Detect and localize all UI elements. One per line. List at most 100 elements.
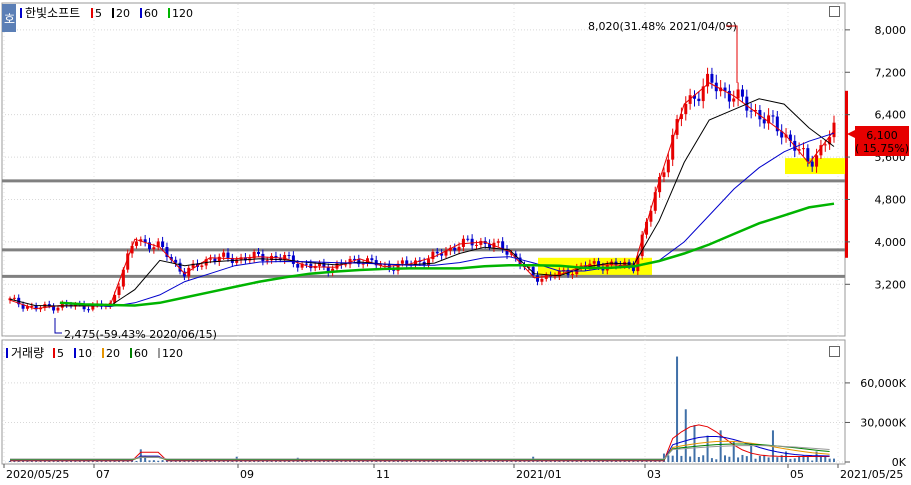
volume-bar <box>724 455 727 462</box>
candle-body <box>257 251 261 254</box>
candle-body <box>400 260 404 264</box>
candle-body <box>810 161 814 167</box>
volume-bar <box>667 455 670 462</box>
time-axis-label: 07 <box>96 468 110 481</box>
candle-body <box>30 305 34 307</box>
candle-body <box>86 309 90 311</box>
candle-body <box>684 103 688 115</box>
candle-body <box>823 144 827 146</box>
time-axis-label: 2021/01 <box>516 468 562 481</box>
candle-last <box>845 90 848 258</box>
volume-bar <box>161 460 164 462</box>
volume-bar <box>798 456 801 462</box>
candle-body <box>662 172 666 177</box>
candle-body <box>435 251 439 254</box>
volume-bar <box>715 459 718 462</box>
candle-body <box>291 255 295 264</box>
price-panel-restore-button[interactable] <box>829 6 840 17</box>
price-ma-swatch <box>112 8 114 18</box>
volume-bar <box>710 458 713 462</box>
volume-bar <box>758 456 761 462</box>
candle-body <box>762 119 766 124</box>
volume-legend-marker <box>6 348 8 358</box>
volume-bar <box>684 409 687 462</box>
highlight-box-may <box>785 158 845 175</box>
candle-body <box>697 98 701 102</box>
candle-body <box>832 122 836 138</box>
candle-body <box>304 263 308 265</box>
chart-window: 3,200 4,000 4,800 5,600 6,400 7,200 8,000 0K 30,… <box>0 0 911 481</box>
last-change: ( 15.75%) <box>855 142 909 155</box>
volume-bar <box>789 458 792 462</box>
candle-body <box>287 255 291 257</box>
volume-bar <box>745 456 748 462</box>
volume-bar <box>806 456 809 462</box>
candle-body <box>732 98 736 102</box>
candle-body <box>479 240 483 245</box>
last-price: 6,100 <box>866 129 898 142</box>
volume-bar <box>706 435 709 462</box>
candle-body <box>710 73 714 83</box>
volume-bar <box>793 458 796 462</box>
candle-body <box>344 264 348 266</box>
candle-body <box>771 115 775 117</box>
volume-ma-swatch <box>53 348 55 358</box>
high-annotation: 8,020(31.48% 2021/04/09) <box>588 20 737 33</box>
volume-bar <box>728 456 731 462</box>
candle-body <box>806 148 810 162</box>
price-title: 한빛소프트 <box>25 6 80 20</box>
candle-body <box>749 110 753 112</box>
panel-badge: 호 <box>4 12 15 26</box>
candle-body <box>226 252 230 258</box>
candle-body <box>740 89 744 97</box>
candle-body <box>801 148 805 150</box>
price-ma-label: 20 <box>116 7 130 20</box>
volume-panel-restore-button[interactable] <box>829 346 840 357</box>
volume-bar <box>811 460 814 462</box>
candle-body <box>540 278 544 282</box>
volume-bar <box>741 454 744 462</box>
price-ma-label: 120 <box>172 7 193 20</box>
volume-tick-label: 30,000K <box>860 416 906 429</box>
candle-body <box>815 155 819 167</box>
candle-body <box>461 238 465 247</box>
chart-canvas: 3,2004,0004,8005,6006,4007,2008,0000K30,… <box>1 2 909 481</box>
candle-body <box>666 159 670 173</box>
volume-ma-label: 20 <box>106 347 120 360</box>
candle-body <box>474 244 478 246</box>
price-tick-label: 6,400 <box>875 109 907 122</box>
candle-body <box>466 238 470 240</box>
candle-body <box>496 241 500 243</box>
time-axis-label: 11 <box>376 468 390 481</box>
volume-bar <box>833 458 835 462</box>
volume-bar <box>737 457 740 462</box>
candle-body <box>134 241 138 246</box>
price-tick-label: 4,000 <box>875 236 907 249</box>
candle-body <box>296 263 300 268</box>
candle-body <box>536 275 540 282</box>
candle-body <box>209 258 213 260</box>
candle-body <box>265 260 269 262</box>
volume-title: 거래량 <box>11 346 44 360</box>
candle-body <box>553 276 557 278</box>
price-tick-label: 4,800 <box>875 193 907 206</box>
volume-bar <box>776 457 779 462</box>
time-axis-label: 09 <box>240 468 254 481</box>
volume-ma-label: 120 <box>162 347 183 360</box>
candle-body <box>56 307 60 311</box>
candle-body <box>12 297 16 299</box>
volume-bar <box>689 456 692 462</box>
candle-body <box>370 258 374 261</box>
price-ma-label: 60 <box>144 7 158 20</box>
volume-bar <box>680 455 683 462</box>
volume-bar <box>135 460 138 462</box>
volume-bar <box>702 455 705 462</box>
candle-body <box>470 238 474 246</box>
volume-ma-label: 10 <box>78 347 92 360</box>
candle-body <box>597 261 601 267</box>
price-ma-swatch <box>140 8 142 18</box>
candle-body <box>570 274 574 276</box>
candle-body <box>453 247 457 251</box>
price-legend-marker <box>20 8 22 18</box>
candle-body <box>117 286 121 295</box>
